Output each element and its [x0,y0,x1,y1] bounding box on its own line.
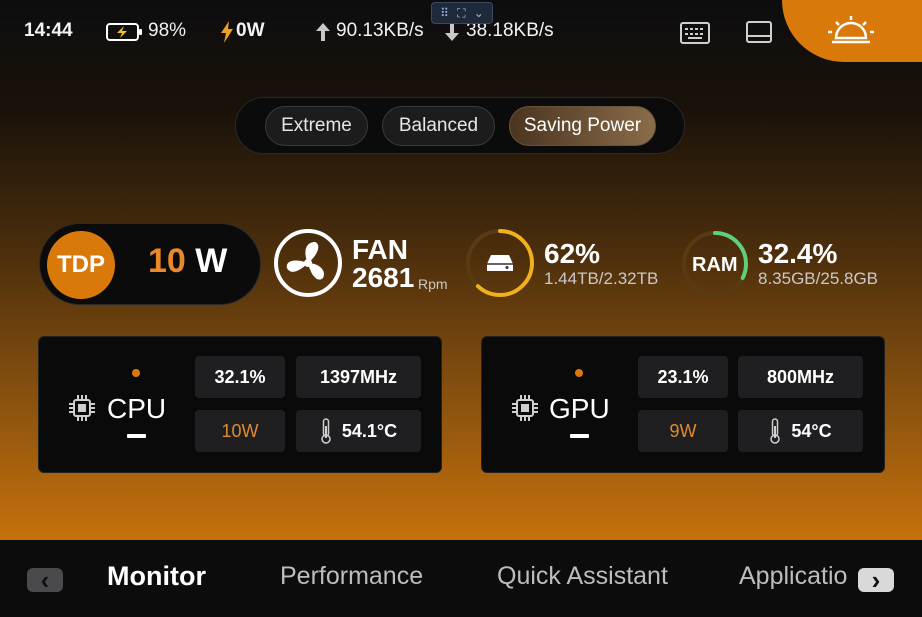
gpu-status-dot [575,369,583,377]
bolt-icon [221,21,233,43]
power-draw: 0W [236,20,265,41]
gpu-power: 9W [638,410,728,452]
storage-detail: 1.44TB/2.32TB [544,269,659,288]
chevron-right-icon: › [871,565,881,595]
ram-label: RAM [692,254,738,276]
upload-speed: 90.13KB/s [336,20,424,41]
chevron-left-icon: ‹ [40,565,50,595]
ram-detail: 8.35GB/25.8GB [758,269,879,288]
ram-percent: 32.4% [758,238,838,269]
gpu-temp: 54°C [791,420,832,441]
mode-balanced-button[interactable]: Balanced [382,106,495,146]
chevron-down-icon[interactable]: ⌄ [474,7,484,19]
clock: 14:44 [24,20,73,41]
thermometer-icon [770,418,781,444]
thermometer-icon [321,418,331,444]
tab-applications[interactable]: Applicatio [739,562,847,591]
fan-icon [274,229,342,297]
gpu-temp-cell: 54°C [738,410,863,452]
keyboard-icon[interactable] [680,22,710,44]
tdp-label: TDP [47,231,115,299]
mode-saving-power-button[interactable]: Saving Power [509,106,656,146]
cpu-temp: 54.1°C [341,420,398,441]
tab-monitor[interactable]: Monitor [107,561,206,592]
cpu-card: CPU 32.1% 1397MHz 10W 54.1°C [38,336,442,473]
gpu-card: GPU 23.1% 800MHz 9W 54°C [481,336,885,473]
gpu-clock: 800MHz [738,356,863,398]
gpu-usage: 23.1% [638,356,728,398]
fullscreen-icon[interactable]: ⛶ [457,7,465,19]
gpu-chip-icon [512,395,538,421]
tdp-value: 10 W [148,242,227,281]
light-icon [828,16,874,44]
tdp-control[interactable]: TDP 10 W [39,223,261,305]
cpu-temp-cell: 54.1°C [296,410,421,452]
power-mode-selector: Extreme Balanced Saving Power [235,97,685,154]
battery-percent: 98% [148,20,187,41]
cpu-dash [127,434,146,438]
cpu-power: 10W [195,410,285,452]
fan-label: FAN [352,234,408,265]
arrow-down-icon [445,23,459,41]
tablet-icon[interactable] [746,21,772,43]
tab-quick-assistant[interactable]: Quick Assistant [497,562,668,591]
cpu-chip-icon [69,395,95,421]
arrow-up-icon [316,23,330,41]
cpu-usage: 32.1% [195,356,285,398]
light-toggle-button[interactable] [782,0,922,62]
gpu-dash [570,434,589,438]
fan-rpm-value: 2681 [352,262,415,293]
disk-icon [487,255,513,271]
storage-percent: 62% [544,238,601,269]
nav-next-button[interactable]: › [858,565,894,595]
battery-charging-icon [106,23,142,41]
tdp-number: 10 [148,242,186,280]
mode-extreme-button[interactable]: Extreme [265,106,368,146]
cpu-title: CPU [107,393,167,424]
bottom-navigation: ‹ Monitor Performance Quick Assistant Ap… [0,540,922,617]
cpu-status-dot [132,369,140,377]
nav-prev-button[interactable]: ‹ [27,565,63,595]
tdp-unit: W [195,242,228,280]
fan-rpm-unit: Rpm [418,276,448,292]
window-drag-handle[interactable]: ⠿ ⛶ ⌄ [431,2,493,24]
tab-performance[interactable]: Performance [280,562,423,591]
gpu-title: GPU [549,393,610,424]
cpu-clock: 1397MHz [296,356,421,398]
grip-icon: ⠿ [440,6,449,20]
